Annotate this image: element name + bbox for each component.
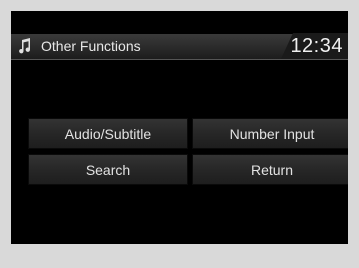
screen-title: Other Functions: [41, 38, 141, 54]
return-label: Return: [250, 161, 294, 178]
music-note-icon: [19, 38, 31, 54]
clock-tab: 12:34: [281, 33, 348, 59]
audio-subtitle-label: Audio/Subtitle: [64, 125, 152, 142]
number-input-label: Number Input: [229, 125, 315, 142]
status-bar: Other Functions 12:34: [11, 33, 348, 60]
return-button[interactable]: Return: [192, 154, 348, 185]
clock-display: 12:34: [290, 35, 343, 57]
audio-subtitle-button[interactable]: Audio/Subtitle: [28, 118, 188, 149]
number-input-button[interactable]: Number Input: [192, 118, 348, 149]
search-label: Search: [85, 161, 131, 178]
search-button[interactable]: Search: [28, 154, 188, 185]
display-screen: Other Functions 12:34 Audio/Subtitle Num…: [11, 11, 348, 244]
